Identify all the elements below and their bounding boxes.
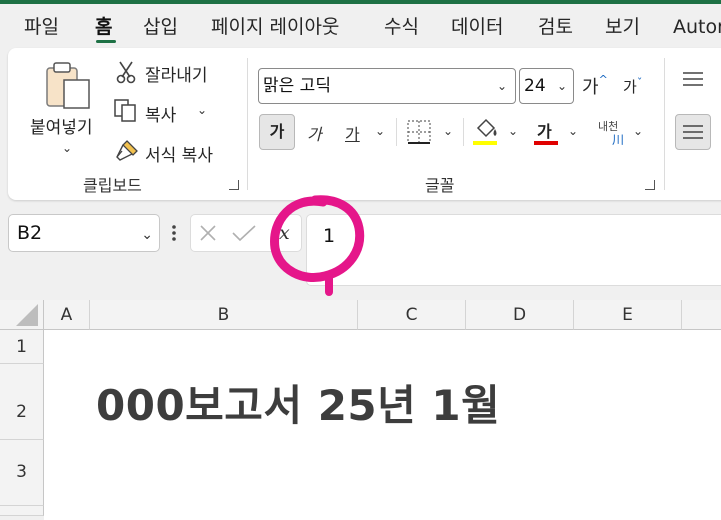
font-color-dropdown-chevron-icon[interactable]: ⌄ bbox=[568, 124, 578, 138]
grow-font-label: 가 bbox=[582, 77, 599, 98]
font-size-value: 24 bbox=[524, 76, 546, 96]
align-left-button[interactable] bbox=[675, 114, 711, 150]
grow-font-button[interactable]: 가^ bbox=[582, 73, 608, 99]
borders-dropdown-chevron-icon[interactable]: ⌄ bbox=[443, 124, 453, 138]
clipboard-launcher-icon[interactable] bbox=[229, 180, 239, 190]
font-size-select[interactable]: 24 ⌄ bbox=[519, 68, 574, 104]
underline-button[interactable]: 가 bbox=[345, 121, 360, 145]
active-tab-indicator bbox=[96, 40, 116, 43]
fill-color-swatch bbox=[473, 141, 497, 145]
paste-icon[interactable] bbox=[44, 60, 92, 110]
fill-color-dropdown-chevron-icon[interactable]: ⌄ bbox=[508, 124, 518, 138]
tab-insert[interactable]: 삽입 bbox=[143, 10, 178, 44]
copy-dropdown-chevron-icon[interactable]: ⌄ bbox=[197, 103, 207, 117]
cell-b2[interactable]: 000보고서 25년 1월 bbox=[96, 372, 500, 433]
scissors-icon[interactable] bbox=[115, 60, 137, 84]
paste-button[interactable]: 붙여넣기 bbox=[30, 113, 93, 138]
enter-check-icon[interactable] bbox=[231, 223, 257, 243]
align-top-icon[interactable] bbox=[682, 70, 704, 88]
column-header-f[interactable] bbox=[682, 300, 721, 330]
bold-button[interactable]: 가 bbox=[259, 114, 295, 150]
clipboard-group-label: 클립보드 bbox=[83, 176, 142, 195]
cancel-icon[interactable] bbox=[198, 223, 218, 243]
underline-dropdown-chevron-icon[interactable]: ⌄ bbox=[375, 124, 385, 138]
divider bbox=[463, 118, 464, 146]
chevron-down-icon: ⌄ bbox=[496, 79, 507, 93]
font-color-button[interactable]: 가 bbox=[537, 118, 552, 142]
tab-data[interactable]: 데이터 bbox=[451, 10, 503, 44]
column-header-e[interactable]: E bbox=[574, 300, 682, 330]
divider bbox=[396, 118, 397, 146]
title-accent-line bbox=[0, 0, 721, 4]
row-header-4[interactable] bbox=[0, 506, 44, 516]
format-painter-button[interactable]: 서식 복사 bbox=[145, 141, 213, 166]
font-launcher-icon[interactable] bbox=[645, 180, 655, 190]
group-divider bbox=[664, 58, 665, 190]
column-header-a[interactable]: A bbox=[44, 300, 90, 330]
copy-icon[interactable] bbox=[113, 98, 139, 124]
borders-icon[interactable] bbox=[406, 119, 432, 145]
format-painter-icon[interactable] bbox=[113, 137, 141, 163]
formula-input[interactable]: 1 bbox=[306, 214, 721, 286]
tab-file[interactable]: 파일 bbox=[24, 10, 59, 44]
italic-button[interactable]: 가 bbox=[307, 121, 322, 145]
name-box-value: B2 bbox=[17, 222, 43, 244]
name-box[interactable]: B2 ⌄ bbox=[8, 214, 160, 252]
caret-up-icon: ^ bbox=[598, 73, 608, 86]
column-header-d[interactable]: D bbox=[466, 300, 574, 330]
caret-down-icon: ˇ bbox=[636, 76, 643, 89]
font-group-label: 글꼴 bbox=[425, 176, 455, 195]
shrink-font-button[interactable]: 가ˇ bbox=[623, 76, 642, 97]
chevron-down-icon: ⌄ bbox=[141, 227, 153, 243]
insert-function-button[interactable]: fx bbox=[272, 222, 290, 244]
paste-dropdown-chevron-icon[interactable]: ⌄ bbox=[62, 141, 72, 155]
tab-review[interactable]: 검토 bbox=[538, 10, 573, 44]
phonetic-glyph-icon: 川 bbox=[612, 133, 625, 147]
tab-view[interactable]: 보기 bbox=[605, 10, 640, 44]
phonetic-dropdown-chevron-icon[interactable]: ⌄ bbox=[633, 124, 643, 138]
tab-formulas[interactable]: 수식 bbox=[384, 10, 419, 44]
tab-home[interactable]: 홈 bbox=[95, 10, 112, 44]
select-all-corner[interactable] bbox=[0, 300, 44, 330]
font-color-swatch bbox=[534, 141, 558, 145]
column-header-b[interactable]: B bbox=[90, 300, 358, 330]
font-name-select[interactable]: 맑은 고딕 ⌄ bbox=[258, 68, 516, 104]
tab-automate[interactable]: Autor bbox=[673, 10, 721, 44]
cut-button[interactable]: 잘라내기 bbox=[145, 61, 208, 86]
copy-button[interactable]: 복사 bbox=[145, 101, 176, 126]
formula-value: 1 bbox=[323, 225, 336, 247]
more-options-icon[interactable] bbox=[171, 222, 177, 244]
row-header-2[interactable]: 2 bbox=[0, 364, 44, 440]
chevron-down-icon: ⌄ bbox=[556, 79, 567, 93]
shrink-font-label: 가 bbox=[623, 78, 637, 96]
tab-page-layout[interactable]: 페이지 레이아웃 bbox=[211, 10, 339, 44]
row-header-1[interactable]: 1 bbox=[0, 330, 44, 364]
column-header-c[interactable]: C bbox=[358, 300, 466, 330]
row-header-3[interactable]: 3 bbox=[0, 440, 44, 506]
group-divider bbox=[247, 58, 248, 190]
font-name-value: 맑은 고딕 bbox=[263, 76, 331, 96]
